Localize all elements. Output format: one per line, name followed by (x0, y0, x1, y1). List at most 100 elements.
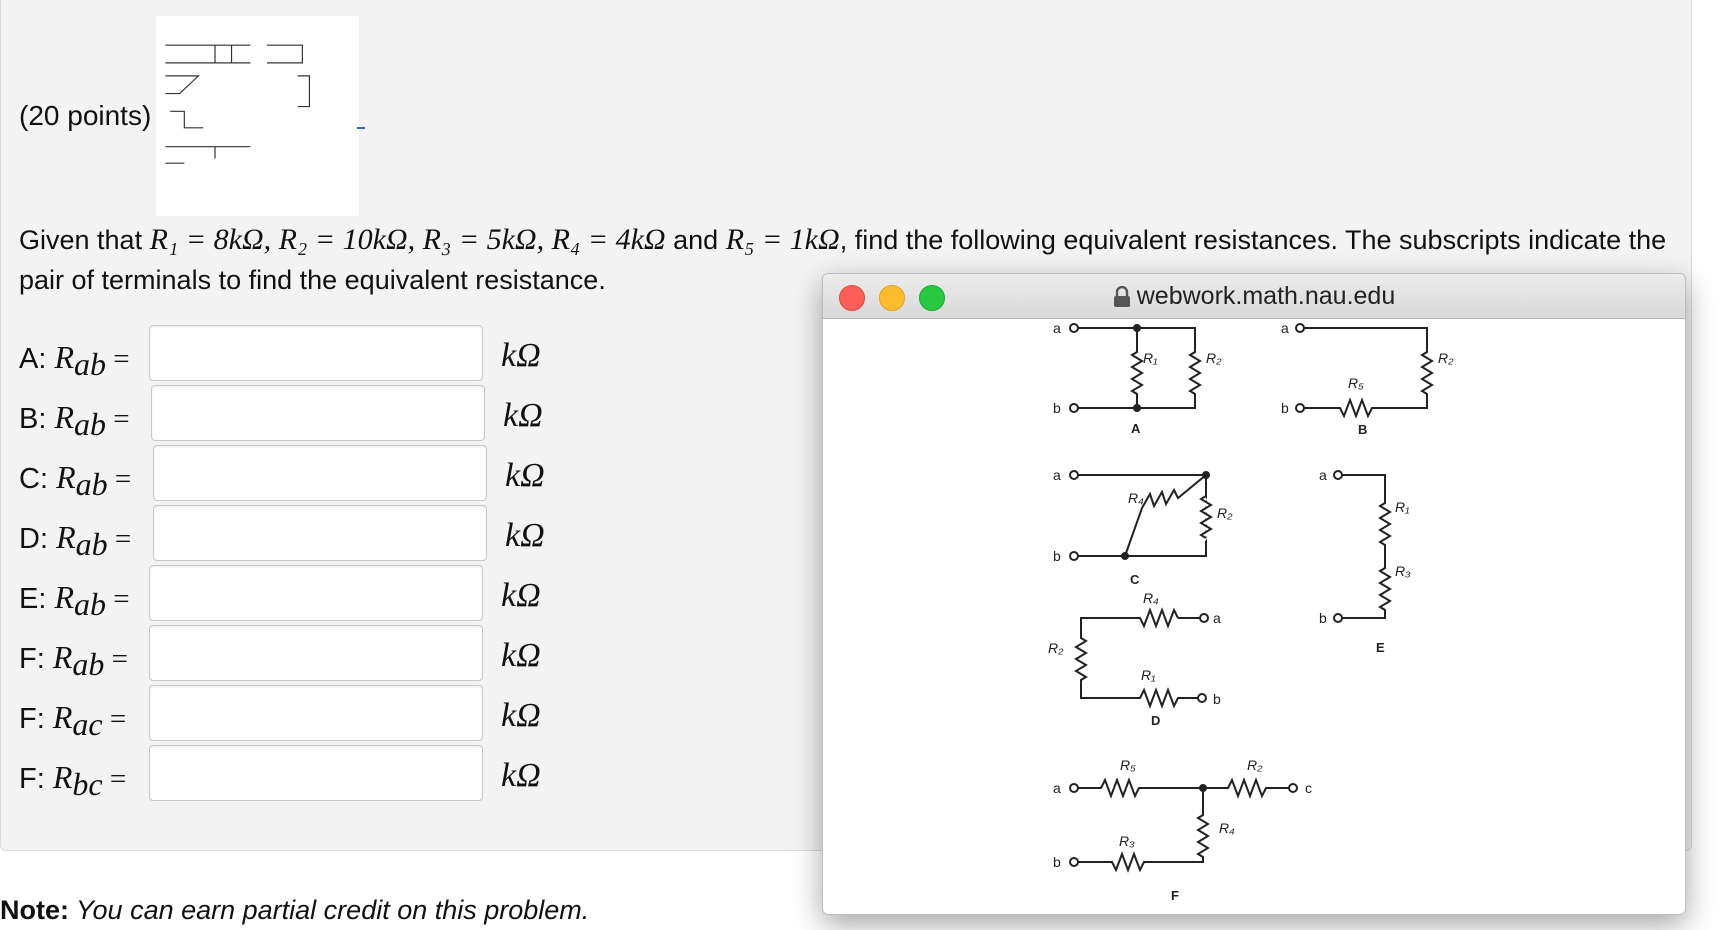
resistance-symbol: R (52, 639, 73, 675)
label-R2-D: R₂ (1048, 640, 1064, 656)
label-R5-B: R₅ (1348, 375, 1364, 391)
note: Note: You can earn partial credit on thi… (0, 895, 589, 926)
label-R2-A: R₂ (1206, 350, 1222, 366)
circuit-F-top (1078, 777, 1289, 799)
popup-titlebar[interactable]: webwork.math.nau.edu (823, 274, 1685, 319)
answer-input[interactable] (151, 385, 485, 441)
label-R3-F: R₃ (1119, 833, 1135, 849)
equals-sign: = (104, 643, 128, 675)
terminal-subscript: bc (72, 765, 103, 802)
label-C: C (1130, 572, 1140, 587)
label-b-F: b (1053, 854, 1061, 870)
answer-prefix: F: (19, 763, 53, 795)
lock-icon (1113, 286, 1130, 308)
answer-prefix: D: (19, 523, 57, 555)
unit-label: kΩ (501, 637, 541, 674)
given-values: R₁ = 8kΩ, R₂ = 10kΩ, R₃ = 5kΩ, R₄ = 4kΩ (149, 223, 666, 256)
label-a-A: a (1053, 320, 1061, 336)
terminal-subscript: ab (74, 585, 107, 622)
label-R4-C: R₄ (1128, 490, 1144, 506)
terminal-a-E (1333, 470, 1343, 480)
label-R1-A: R₁ (1143, 350, 1158, 366)
unit-label: kΩ (501, 697, 541, 734)
popup-url-text: webwork.math.nau.edu (1136, 282, 1396, 310)
label-D: D (1151, 713, 1160, 728)
circuit-C-wire (1078, 474, 1207, 557)
label-E: E (1376, 640, 1385, 655)
answer-label: A: Rab = (19, 339, 149, 383)
answer-prefix: F: (19, 643, 53, 675)
thumbnail-link[interactable] (357, 127, 365, 129)
terminal-b-F (1069, 857, 1079, 867)
terminal-b-D (1197, 693, 1207, 703)
label-R2-F: R₂ (1247, 757, 1263, 773)
terminal-subscript: ab (72, 645, 105, 682)
terminal-c-F (1288, 783, 1298, 793)
resistance-symbol: R (54, 579, 75, 615)
unit-label: kΩ (505, 517, 545, 554)
resistance-symbol: R (54, 339, 75, 375)
label-a-B: a (1281, 320, 1289, 336)
circuit-figure: a b R₁ R₂ A a b R₂ R₅ B a b R₄ R₂ C a b … (1048, 320, 1454, 903)
label-a-C: a (1053, 467, 1061, 483)
circuit-F-bottom (1078, 788, 1210, 873)
equals-sign: = (107, 463, 132, 495)
answer-label: F: Rac = (19, 699, 149, 743)
label-R2-C: R₂ (1217, 505, 1233, 521)
label-b-C: b (1053, 548, 1061, 564)
resistance-symbol: R (52, 759, 73, 795)
answer-input[interactable] (149, 325, 483, 381)
points-label: (20 points) (19, 100, 152, 131)
label-b-A: b (1053, 400, 1061, 416)
answer-label: E: Rab = (19, 579, 149, 623)
answer-prefix: E: (19, 583, 55, 615)
label-R1-D: R₁ (1141, 667, 1156, 683)
answer-input[interactable] (153, 505, 487, 561)
circuit-A-r1 (1130, 328, 1144, 408)
label-c-F: c (1305, 780, 1312, 796)
label-R2-B: R₂ (1438, 350, 1454, 366)
label-a-E: a (1319, 467, 1327, 483)
terminal-a-C (1069, 470, 1079, 480)
circuit-D-wire (1074, 607, 1198, 709)
terminal-b-B (1295, 403, 1305, 413)
label-b-D: b (1213, 691, 1221, 707)
answer-input[interactable] (149, 745, 483, 801)
equals-sign: = (106, 583, 130, 615)
answer-input[interactable] (149, 565, 483, 621)
resistance-symbol: R (54, 399, 75, 435)
answer-input[interactable] (149, 625, 483, 681)
answer-input[interactable] (153, 445, 487, 501)
label-R4-F: R₄ (1219, 820, 1235, 836)
label-b-E: b (1319, 610, 1327, 626)
terminal-a-D (1199, 613, 1209, 623)
answer-label: B: Rab = (19, 399, 149, 443)
terminal-b-C (1069, 551, 1079, 561)
unit-label: kΩ (505, 457, 545, 494)
circuit-A-wire (1078, 327, 1202, 409)
circuit-B-wire (1304, 327, 1434, 419)
answer-input[interactable] (149, 685, 483, 741)
label-b-B: b (1281, 400, 1289, 416)
equals-sign: = (106, 403, 130, 435)
terminal-subscript: ab (74, 345, 107, 382)
popup-window[interactable]: webwork.math.nau.edu a b R₁ R₂ A a b R₂ … (822, 273, 1686, 915)
note-label: Note: (0, 895, 69, 925)
terminal-subscript: ab (75, 525, 108, 562)
unit-label: kΩ (501, 757, 541, 794)
unit-label: kΩ (503, 397, 543, 434)
note-text: You can earn partial credit on this prob… (69, 895, 590, 925)
circuit-thumbnail[interactable] (156, 16, 359, 216)
given-and: and (665, 225, 726, 255)
resistance-symbol: R (56, 459, 76, 495)
answer-label: C: Rab = (19, 459, 149, 503)
label-A: A (1131, 421, 1141, 436)
label-B: B (1358, 422, 1367, 437)
unit-label: kΩ (501, 337, 541, 374)
terminal-subscript: ac (72, 705, 103, 742)
answer-label: F: Rab = (19, 639, 149, 683)
label-a-D: a (1213, 610, 1221, 626)
label-R5-F: R₅ (1120, 757, 1136, 773)
resistance-symbol: R (52, 699, 73, 735)
answer-prefix: C: (19, 463, 57, 495)
